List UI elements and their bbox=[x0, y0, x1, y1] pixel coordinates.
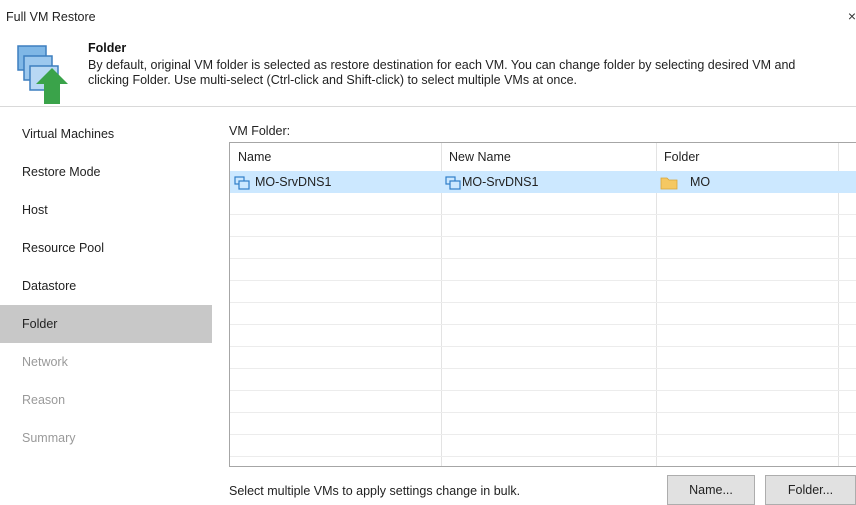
vm-name: MO-SrvDNS1 bbox=[255, 175, 332, 189]
vm-icon bbox=[445, 175, 461, 190]
nav-item-folder[interactable]: Folder bbox=[0, 305, 212, 343]
column-header-folder[interactable]: Folder bbox=[656, 143, 838, 171]
close-button[interactable]: × bbox=[842, 6, 856, 26]
column-header-name[interactable]: Name bbox=[230, 143, 441, 171]
vm-new-name: MO-SrvDNS1 bbox=[462, 175, 539, 189]
table-row-empty bbox=[230, 215, 856, 237]
table-row-empty bbox=[230, 435, 856, 457]
header-description-line2: clicking Folder. Use multi-select (Ctrl-… bbox=[88, 73, 578, 87]
header-divider bbox=[0, 106, 856, 107]
folder-icon bbox=[660, 175, 678, 190]
table-row-empty bbox=[230, 413, 856, 435]
nav-item-datastore[interactable]: Datastore bbox=[0, 267, 212, 305]
header: Folder By default, original VM folder is… bbox=[0, 36, 856, 106]
restore-wizard-icon bbox=[14, 42, 74, 106]
nav-item-restore-mode[interactable]: Restore Mode bbox=[0, 153, 212, 191]
table-row[interactable]: MO-SrvDNS1 MO-SrvDNS1 MO bbox=[230, 171, 856, 193]
name-button[interactable]: Name... bbox=[667, 475, 755, 505]
cell-name: MO-SrvDNS1 bbox=[234, 171, 331, 193]
table-row-empty bbox=[230, 193, 856, 215]
table-header: Name New Name Folder bbox=[230, 143, 856, 171]
nav-item-host[interactable]: Host bbox=[0, 191, 212, 229]
vm-folder-table[interactable]: Name New Name Folder MO-SrvDNS1 MO-SrvDN bbox=[229, 142, 856, 467]
nav-item-network: Network bbox=[22, 355, 68, 369]
nav-item-virtual-machines[interactable]: Virtual Machines bbox=[0, 115, 212, 153]
table-row-empty bbox=[230, 281, 856, 303]
nav-item-reason: Reason bbox=[22, 393, 66, 407]
table-row-empty bbox=[230, 237, 856, 259]
table-row-empty bbox=[230, 347, 856, 369]
table-row-empty bbox=[230, 259, 856, 281]
table-row-empty bbox=[230, 325, 856, 347]
table-row-empty bbox=[230, 303, 856, 325]
header-description: By default, original VM folder is select… bbox=[88, 58, 856, 88]
vm-folder: MO bbox=[690, 175, 711, 189]
table-row-empty bbox=[230, 391, 856, 413]
cell-folder: MO bbox=[660, 171, 710, 193]
nav-item-summary: Summary bbox=[22, 431, 76, 445]
cell-new-name: MO-SrvDNS1 bbox=[445, 171, 538, 193]
nav-item-resource-pool[interactable]: Resource Pool bbox=[0, 229, 212, 267]
folder-button[interactable]: Folder... bbox=[765, 475, 856, 505]
column-header-new-name[interactable]: New Name bbox=[441, 143, 656, 171]
table-row-empty bbox=[230, 369, 856, 391]
header-title: Folder bbox=[88, 41, 127, 55]
wizard-nav: Virtual Machines Restore Mode Host Resou… bbox=[0, 115, 212, 457]
vm-icon bbox=[234, 175, 250, 190]
vm-folder-label: VM Folder: bbox=[229, 124, 291, 138]
window-title: Full VM Restore bbox=[6, 10, 96, 24]
bulk-hint: Select multiple VMs to apply settings ch… bbox=[229, 484, 521, 498]
header-description-line1: By default, original VM folder is select… bbox=[88, 58, 796, 72]
